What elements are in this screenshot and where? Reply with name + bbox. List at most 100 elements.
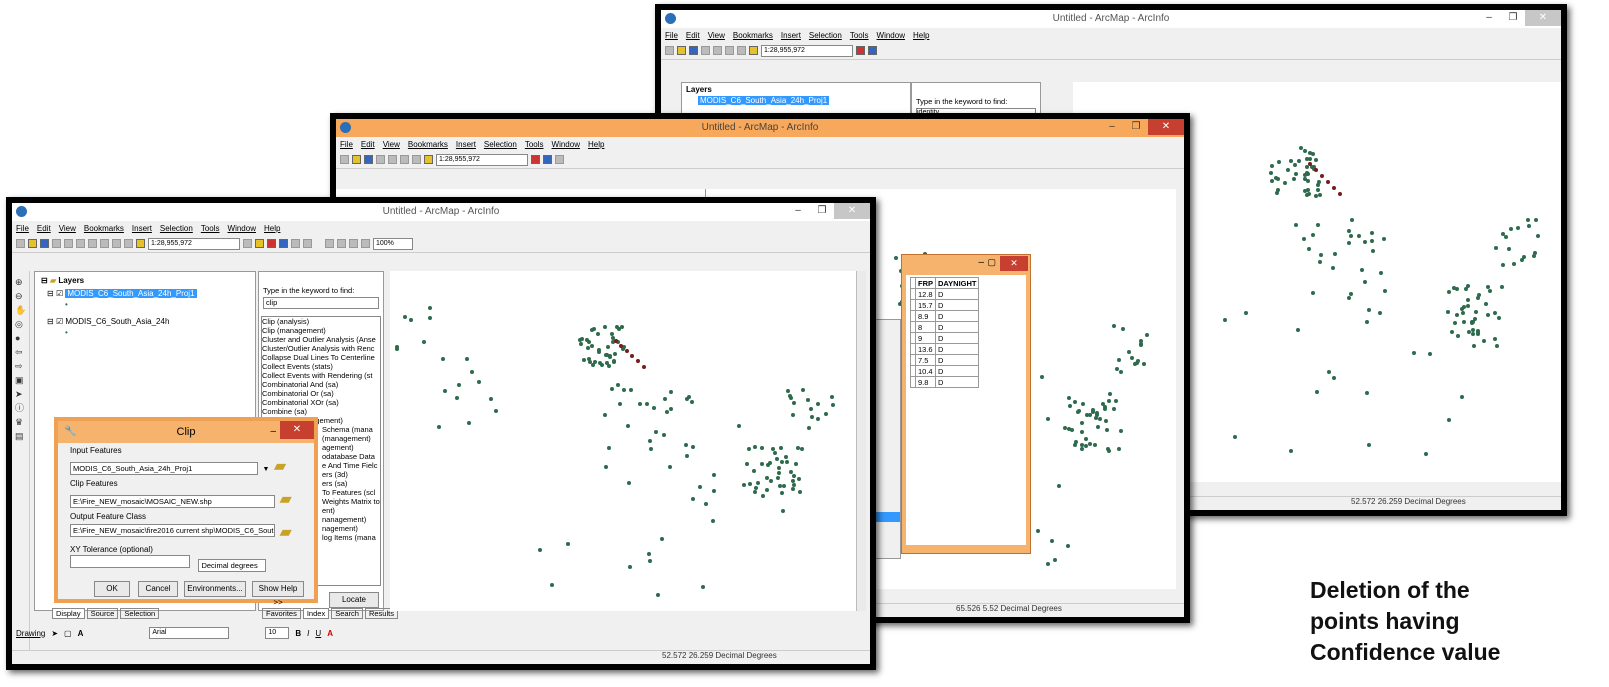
save-icon[interactable]	[689, 46, 698, 55]
list-item[interactable]: Collect Events with Rendering (st	[262, 371, 380, 380]
paste-icon[interactable]	[88, 239, 97, 248]
search-input[interactable]: clip	[263, 297, 379, 309]
toc-layer-selected[interactable]: MODIS_C6_South_Asia_24h_Proj1	[698, 96, 830, 105]
list-item[interactable]: Cluster/Outlier Analysis with Renc	[262, 344, 380, 353]
table-row[interactable]: 9.8 D	[910, 376, 980, 388]
menu-insert[interactable]: Insert	[781, 31, 801, 40]
map-scale-box[interactable]: 1:28,955,972	[436, 153, 528, 166]
font-size-select[interactable]: 10	[265, 627, 290, 639]
close-button[interactable]: ✕	[1148, 119, 1184, 135]
paste-icon[interactable]	[737, 46, 746, 55]
menu-bookmarks[interactable]: Bookmarks	[733, 31, 773, 40]
close-button[interactable]: ✕	[1000, 256, 1028, 271]
bold-icon[interactable]: B	[295, 629, 301, 638]
menu-window[interactable]: Window	[552, 140, 580, 149]
menu-view[interactable]: View	[708, 31, 725, 40]
layout-zoom-in-icon[interactable]	[325, 239, 334, 248]
maximize-button[interactable]: ▢	[987, 257, 996, 268]
font-color-icon[interactable]: A	[327, 629, 333, 638]
menu-tools[interactable]: Tools	[525, 140, 544, 149]
open-icon[interactable]	[28, 239, 37, 248]
table-row[interactable]: 10.4 D	[910, 365, 980, 377]
toc-layer[interactable]: MODIS_C6_South_Asia_24h	[65, 317, 169, 326]
catalog-icon[interactable]	[279, 239, 288, 248]
tab-search[interactable]: Search	[331, 608, 363, 619]
underline-icon[interactable]: U	[315, 629, 321, 638]
table-row[interactable]: 7.5 D	[910, 354, 980, 366]
table-row[interactable]: 15.7 D	[910, 299, 980, 311]
units-select[interactable]: Decimal degrees	[198, 559, 267, 572]
menu-insert[interactable]: Insert	[132, 224, 152, 233]
menu-help[interactable]: Help	[588, 140, 604, 149]
maximize-button[interactable]: ❐	[810, 203, 834, 219]
save-icon[interactable]	[40, 239, 49, 248]
copy-icon[interactable]	[400, 155, 409, 164]
menu-insert[interactable]: Insert	[456, 140, 476, 149]
minimize-button[interactable]: –	[1477, 10, 1501, 26]
table-row[interactable]: 8D	[910, 321, 980, 333]
toc-layer-selected[interactable]: MODIS_C6_South_Asia_24h_Proj1	[65, 289, 197, 298]
tab-index[interactable]: Index	[302, 608, 330, 619]
new-icon[interactable]	[665, 46, 674, 55]
arctoolbox-icon[interactable]	[856, 46, 865, 55]
menu-edit[interactable]: Edit	[361, 140, 375, 149]
delete-icon[interactable]	[100, 239, 109, 248]
layout-zoom-out-icon[interactable]	[337, 239, 346, 248]
open-icon[interactable]	[677, 46, 686, 55]
undo-icon[interactable]	[112, 239, 121, 248]
print-icon[interactable]	[701, 46, 710, 55]
text-icon[interactable]: A	[78, 629, 84, 638]
tab-source[interactable]: Source	[86, 608, 119, 619]
close-button[interactable]: ✕	[834, 203, 870, 219]
menu-view[interactable]: View	[383, 140, 400, 149]
redo-icon[interactable]	[124, 239, 133, 248]
menu-file[interactable]: File	[16, 224, 29, 233]
menu-window[interactable]: Window	[877, 31, 905, 40]
menu-edit[interactable]: Edit	[686, 31, 700, 40]
output-feature-class-field[interactable]: E:\Fire_NEW_mosaic\fire2016 current shp\…	[70, 524, 275, 537]
arctoolbox-icon[interactable]	[531, 155, 540, 164]
italic-icon[interactable]: I	[307, 629, 309, 638]
map-scale-box[interactable]: 1:28,955,972	[761, 44, 853, 57]
editor-icon[interactable]	[243, 239, 252, 248]
layout-zoom-box[interactable]: 100%	[373, 237, 413, 250]
open-icon[interactable]	[352, 155, 361, 164]
xy-tolerance-field[interactable]	[70, 555, 190, 568]
menu-tools[interactable]: Tools	[201, 224, 220, 233]
cancel-button[interactable]: Cancel	[138, 581, 178, 597]
layout-full-extent-icon[interactable]	[361, 239, 370, 248]
cut-icon[interactable]	[388, 155, 397, 164]
checkbox-checked-icon[interactable]: ☑	[56, 317, 63, 326]
browse-folder-icon[interactable]: ▰	[279, 524, 291, 541]
menu-help[interactable]: Help	[264, 224, 280, 233]
copy-icon[interactable]	[76, 239, 85, 248]
menu-help[interactable]: Help	[913, 31, 929, 40]
map-view[interactable]	[390, 271, 856, 611]
table-row[interactable]: 8.9 D	[910, 310, 980, 322]
minimize-button[interactable]: –	[1100, 119, 1124, 135]
rectangle-icon[interactable]: ▢	[64, 629, 72, 638]
menu-file[interactable]: File	[340, 140, 353, 149]
add-data-icon[interactable]	[749, 46, 758, 55]
add-data-icon[interactable]	[424, 155, 433, 164]
search-window-icon[interactable]	[291, 239, 300, 248]
ok-button[interactable]: OK	[94, 581, 130, 597]
whats-this-icon[interactable]	[303, 239, 312, 248]
tab-selection[interactable]: Selection	[120, 608, 160, 619]
menu-tools[interactable]: Tools	[850, 31, 869, 40]
menu-window[interactable]: Window	[228, 224, 256, 233]
cut-icon[interactable]	[713, 46, 722, 55]
print-icon[interactable]	[52, 239, 61, 248]
environments-button[interactable]: Environments...	[184, 581, 246, 597]
paste-icon[interactable]	[412, 155, 421, 164]
input-features-field[interactable]: MODIS_C6_South_Asia_24h_Proj1	[70, 462, 258, 475]
table-row[interactable]: 12.8 D	[910, 288, 980, 300]
menu-view[interactable]: View	[59, 224, 76, 233]
column-header[interactable]: FRP	[915, 277, 936, 289]
copy-icon[interactable]	[725, 46, 734, 55]
catalog-icon[interactable]	[868, 46, 877, 55]
menu-bookmarks[interactable]: Bookmarks	[84, 224, 124, 233]
browse-folder-icon[interactable]: ▰	[274, 458, 286, 475]
browse-folder-icon[interactable]: ▰	[279, 491, 291, 508]
locate-button[interactable]: Locate	[329, 592, 379, 608]
